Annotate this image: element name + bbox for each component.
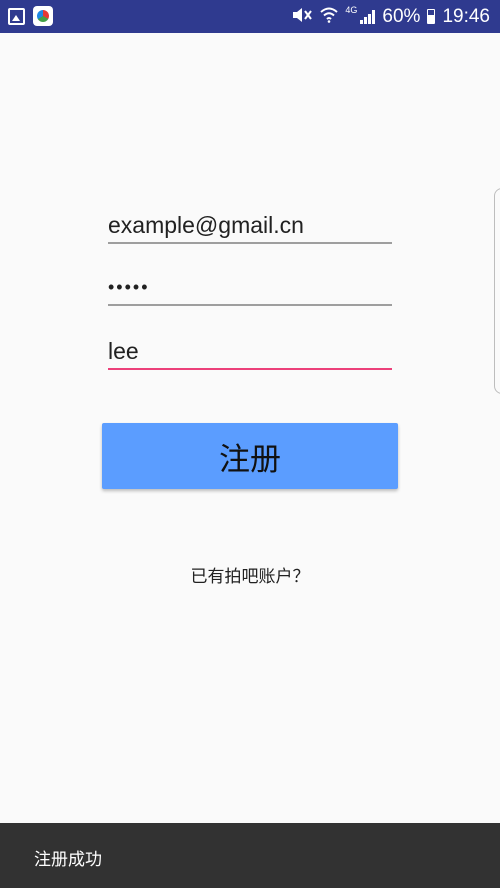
signal-strength-icon <box>360 9 376 24</box>
register-button[interactable]: 注册 <box>102 423 398 489</box>
status-bar: 4G 60% 19:46 <box>0 0 500 33</box>
battery-percent: 60% <box>382 5 421 27</box>
username-field-container <box>108 334 392 370</box>
gallery-notification-icon <box>8 7 25 25</box>
snackbar: 注册成功 <box>0 823 500 888</box>
email-field[interactable] <box>108 208 392 242</box>
snackbar-message: 注册成功 <box>34 850 102 870</box>
clock: 19:46 <box>442 5 490 27</box>
existing-account-link[interactable]: 已有拍吧账户？ <box>0 562 500 587</box>
password-field-container <box>108 270 392 306</box>
edge-panel-handle[interactable] <box>494 188 500 394</box>
battery-icon <box>427 9 436 24</box>
wifi-icon <box>320 7 339 26</box>
mute-icon <box>291 7 313 26</box>
status-bar-notifications <box>8 6 53 26</box>
password-field[interactable] <box>108 270 392 304</box>
app-notification-icon <box>33 6 53 26</box>
username-field[interactable] <box>108 334 392 368</box>
network-type-label: 4G <box>345 5 358 15</box>
register-screen: 4G 60% 19:46 注册 已有拍吧账户？ 注册成功 <box>0 0 500 888</box>
status-bar-system: 4G 60% 19:46 <box>291 0 490 33</box>
email-field-container <box>108 208 392 244</box>
